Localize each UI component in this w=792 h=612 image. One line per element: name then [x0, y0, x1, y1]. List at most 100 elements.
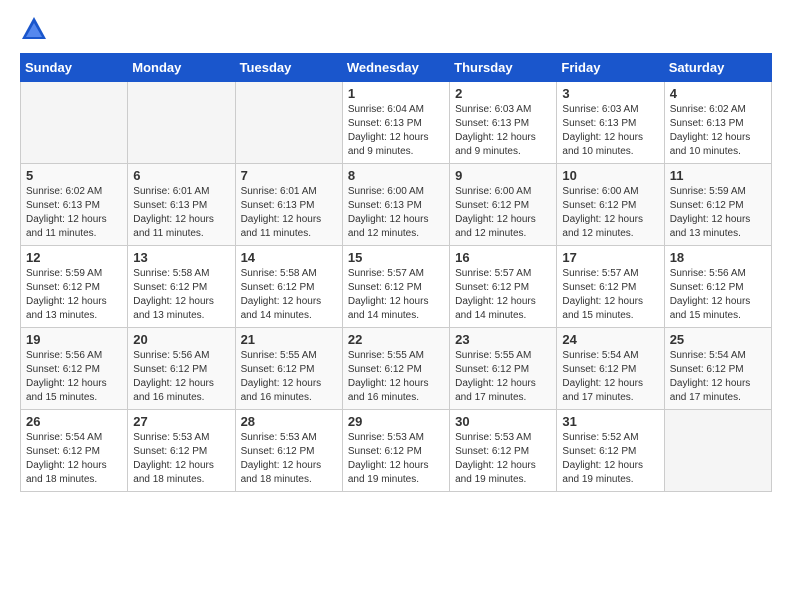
day-number: 7 — [241, 168, 337, 183]
calendar-table: SundayMondayTuesdayWednesdayThursdayFrid… — [20, 53, 772, 492]
day-info: Sunrise: 5:54 AMSunset: 6:12 PMDaylight:… — [670, 349, 766, 405]
day-info: Sunrise: 6:00 AMSunset: 6:12 PMDaylight:… — [455, 185, 551, 241]
day-number: 30 — [455, 414, 551, 429]
day-info: Sunrise: 5:54 AMSunset: 6:12 PMDaylight:… — [26, 431, 122, 487]
week-row-2: 5 Sunrise: 6:02 AMSunset: 6:13 PMDaylight… — [21, 164, 772, 246]
day-info: Sunrise: 5:57 AMSunset: 6:12 PMDaylight:… — [455, 267, 551, 323]
day-number: 1 — [348, 86, 444, 101]
calendar-cell: 7 Sunrise: 6:01 AMSunset: 6:13 PMDaylight… — [235, 164, 342, 246]
logo-icon — [20, 15, 48, 43]
day-number: 13 — [133, 250, 229, 265]
calendar-cell: 29 Sunrise: 5:53 AMSunset: 6:12 PMDayligh… — [342, 410, 449, 492]
day-number: 20 — [133, 332, 229, 347]
day-info: Sunrise: 6:01 AMSunset: 6:13 PMDaylight:… — [133, 185, 229, 241]
day-info: Sunrise: 5:56 AMSunset: 6:12 PMDaylight:… — [670, 267, 766, 323]
day-number: 22 — [348, 332, 444, 347]
weekday-header-monday: Monday — [128, 54, 235, 82]
weekday-header-friday: Friday — [557, 54, 664, 82]
calendar-cell: 12 Sunrise: 5:59 AMSunset: 6:12 PMDayligh… — [21, 246, 128, 328]
day-number: 28 — [241, 414, 337, 429]
calendar-cell — [235, 82, 342, 164]
calendar-cell: 1 Sunrise: 6:04 AMSunset: 6:13 PMDaylight… — [342, 82, 449, 164]
calendar-cell — [128, 82, 235, 164]
calendar-cell: 26 Sunrise: 5:54 AMSunset: 6:12 PMDayligh… — [21, 410, 128, 492]
day-number: 15 — [348, 250, 444, 265]
day-number: 3 — [562, 86, 658, 101]
calendar-cell: 8 Sunrise: 6:00 AMSunset: 6:13 PMDaylight… — [342, 164, 449, 246]
calendar-cell: 27 Sunrise: 5:53 AMSunset: 6:12 PMDayligh… — [128, 410, 235, 492]
day-number: 16 — [455, 250, 551, 265]
calendar-cell: 2Sunrise: 6:03 AMSunset: 6:13 PMDaylight… — [450, 82, 557, 164]
day-info: Sunrise: 6:00 AMSunset: 6:12 PMDaylight:… — [562, 185, 658, 241]
calendar-cell: 10 Sunrise: 6:00 AMSunset: 6:12 PMDayligh… — [557, 164, 664, 246]
day-info: Sunrise: 6:00 AMSunset: 6:13 PMDaylight:… — [348, 185, 444, 241]
day-info: Sunrise: 6:03 AMSunset: 6:13 PMDaylight:… — [562, 103, 658, 159]
week-row-3: 12 Sunrise: 5:59 AMSunset: 6:12 PMDayligh… — [21, 246, 772, 328]
day-number: 23 — [455, 332, 551, 347]
day-info: Sunrise: 5:53 AMSunset: 6:12 PMDaylight:… — [455, 431, 551, 487]
calendar-cell: 14 Sunrise: 5:58 AMSunset: 6:12 PMDayligh… — [235, 246, 342, 328]
day-number: 25 — [670, 332, 766, 347]
day-info: Sunrise: 5:58 AMSunset: 6:12 PMDaylight:… — [241, 267, 337, 323]
calendar-cell: 16 Sunrise: 5:57 AMSunset: 6:12 PMDayligh… — [450, 246, 557, 328]
day-info: Sunrise: 5:59 AMSunset: 6:12 PMDaylight:… — [26, 267, 122, 323]
calendar-cell: 5 Sunrise: 6:02 AMSunset: 6:13 PMDaylight… — [21, 164, 128, 246]
day-number: 31 — [562, 414, 658, 429]
weekday-header-tuesday: Tuesday — [235, 54, 342, 82]
day-info: Sunrise: 5:59 AMSunset: 6:12 PMDaylight:… — [670, 185, 766, 241]
day-number: 27 — [133, 414, 229, 429]
calendar-cell: 21Sunrise: 5:55 AMSunset: 6:12 PMDayligh… — [235, 328, 342, 410]
calendar-cell: 17 Sunrise: 5:57 AMSunset: 6:12 PMDayligh… — [557, 246, 664, 328]
calendar-cell: 30 Sunrise: 5:53 AMSunset: 6:12 PMDayligh… — [450, 410, 557, 492]
calendar-cell — [21, 82, 128, 164]
day-number: 12 — [26, 250, 122, 265]
day-info: Sunrise: 5:56 AMSunset: 6:12 PMDaylight:… — [26, 349, 122, 405]
day-info: Sunrise: 5:57 AMSunset: 6:12 PMDaylight:… — [562, 267, 658, 323]
weekday-header-wednesday: Wednesday — [342, 54, 449, 82]
calendar-cell: 13Sunrise: 5:58 AMSunset: 6:12 PMDayligh… — [128, 246, 235, 328]
week-row-4: 19Sunrise: 5:56 AMSunset: 6:12 PMDayligh… — [21, 328, 772, 410]
day-info: Sunrise: 5:54 AMSunset: 6:12 PMDaylight:… — [562, 349, 658, 405]
day-number: 29 — [348, 414, 444, 429]
day-info: Sunrise: 6:03 AMSunset: 6:13 PMDaylight:… — [455, 103, 551, 159]
calendar-cell — [664, 410, 771, 492]
calendar-cell: 23 Sunrise: 5:55 AMSunset: 6:12 PMDayligh… — [450, 328, 557, 410]
day-info: Sunrise: 6:01 AMSunset: 6:13 PMDaylight:… — [241, 185, 337, 241]
calendar-cell: 24Sunrise: 5:54 AMSunset: 6:12 PMDayligh… — [557, 328, 664, 410]
day-number: 26 — [26, 414, 122, 429]
day-number: 14 — [241, 250, 337, 265]
calendar-cell: 25 Sunrise: 5:54 AMSunset: 6:12 PMDayligh… — [664, 328, 771, 410]
day-info: Sunrise: 6:02 AMSunset: 6:13 PMDaylight:… — [26, 185, 122, 241]
weekday-header-saturday: Saturday — [664, 54, 771, 82]
day-number: 8 — [348, 168, 444, 183]
day-info: Sunrise: 5:53 AMSunset: 6:12 PMDaylight:… — [348, 431, 444, 487]
day-info: Sunrise: 5:56 AMSunset: 6:12 PMDaylight:… — [133, 349, 229, 405]
day-info: Sunrise: 5:55 AMSunset: 6:12 PMDaylight:… — [348, 349, 444, 405]
day-number: 10 — [562, 168, 658, 183]
day-number: 5 — [26, 168, 122, 183]
day-info: Sunrise: 6:04 AMSunset: 6:13 PMDaylight:… — [348, 103, 444, 159]
weekday-header-row: SundayMondayTuesdayWednesdayThursdayFrid… — [21, 54, 772, 82]
calendar-cell: 22 Sunrise: 5:55 AMSunset: 6:12 PMDayligh… — [342, 328, 449, 410]
week-row-1: 1 Sunrise: 6:04 AMSunset: 6:13 PMDaylight… — [21, 82, 772, 164]
day-info: Sunrise: 5:55 AMSunset: 6:12 PMDaylight:… — [241, 349, 337, 405]
weekday-header-thursday: Thursday — [450, 54, 557, 82]
day-info: Sunrise: 5:53 AMSunset: 6:12 PMDaylight:… — [241, 431, 337, 487]
day-info: Sunrise: 5:52 AMSunset: 6:12 PMDaylight:… — [562, 431, 658, 487]
day-number: 4 — [670, 86, 766, 101]
day-number: 17 — [562, 250, 658, 265]
calendar-cell: 20 Sunrise: 5:56 AMSunset: 6:12 PMDayligh… — [128, 328, 235, 410]
page: SundayMondayTuesdayWednesdayThursdayFrid… — [0, 0, 792, 612]
calendar-cell: 19Sunrise: 5:56 AMSunset: 6:12 PMDayligh… — [21, 328, 128, 410]
day-number: 11 — [670, 168, 766, 183]
header — [20, 15, 772, 43]
weekday-header-sunday: Sunday — [21, 54, 128, 82]
calendar-cell: 4Sunrise: 6:02 AMSunset: 6:13 PMDaylight… — [664, 82, 771, 164]
calendar-cell: 28 Sunrise: 5:53 AMSunset: 6:12 PMDayligh… — [235, 410, 342, 492]
week-row-5: 26 Sunrise: 5:54 AMSunset: 6:12 PMDayligh… — [21, 410, 772, 492]
day-info: Sunrise: 5:53 AMSunset: 6:12 PMDaylight:… — [133, 431, 229, 487]
day-number: 9 — [455, 168, 551, 183]
calendar-cell: 3 Sunrise: 6:03 AMSunset: 6:13 PMDaylight… — [557, 82, 664, 164]
day-info: Sunrise: 5:55 AMSunset: 6:12 PMDaylight:… — [455, 349, 551, 405]
calendar-cell: 9 Sunrise: 6:00 AMSunset: 6:12 PMDaylight… — [450, 164, 557, 246]
